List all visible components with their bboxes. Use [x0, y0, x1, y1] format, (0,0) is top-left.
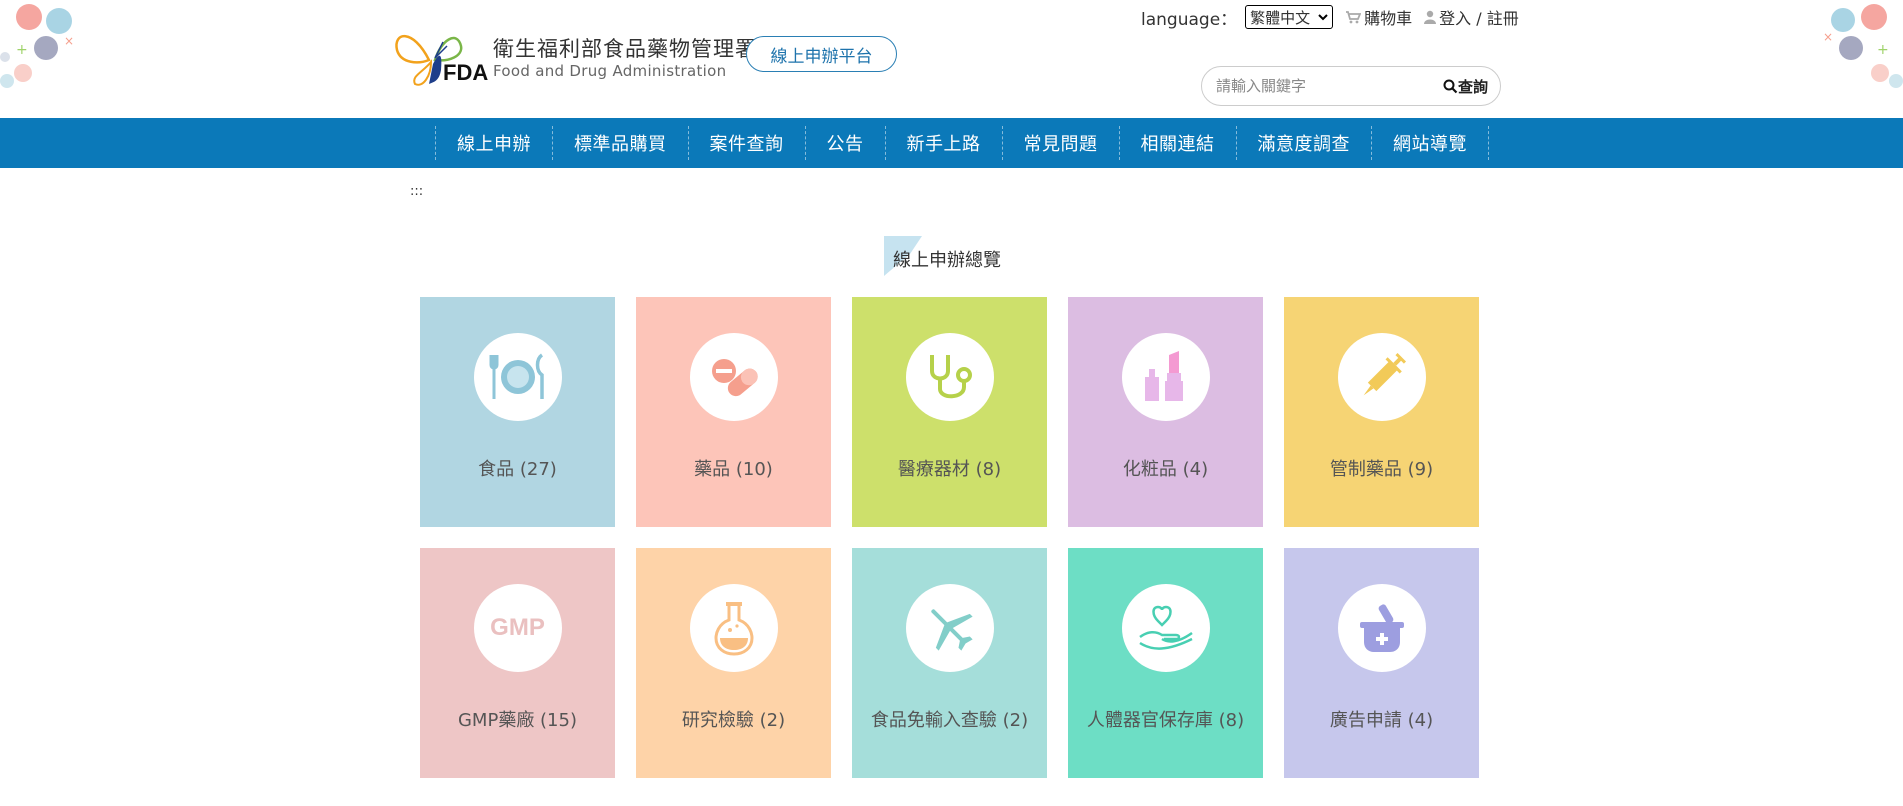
tile-research-testing[interactable]: 研究檢驗 (2)	[636, 548, 831, 778]
tile-gmp-factory[interactable]: GMP GMP藥廠 (15)	[420, 548, 615, 778]
nav-item-sitemap[interactable]: 網站導覽	[1372, 118, 1488, 168]
cart-label: 購物車	[1364, 9, 1413, 28]
online-platform-button[interactable]: 線上申辦平台	[746, 36, 897, 72]
fda-butterfly-logo-icon: FDA	[393, 26, 489, 90]
nav-item-announcements[interactable]: 公告	[806, 118, 885, 168]
tile-food[interactable]: 食品 (27)	[420, 297, 615, 527]
search-box: 查詢	[1201, 66, 1501, 106]
search-input[interactable]	[1216, 77, 1443, 95]
language-select[interactable]: 繁體中文	[1245, 5, 1334, 29]
corner-decoration-left: + ×	[0, 0, 90, 110]
tile-cosmetics[interactable]: 化粧品 (4)	[1068, 297, 1263, 527]
nav-item-case-query[interactable]: 案件查詢	[689, 118, 805, 168]
login-label: 登入 / 註冊	[1439, 9, 1519, 28]
cart-icon	[1346, 11, 1362, 24]
pill-icon	[711, 359, 758, 397]
login-register-link[interactable]: 登入 / 註冊	[1424, 5, 1519, 29]
airplane-icon	[930, 609, 973, 651]
language-label: language：	[1141, 9, 1238, 30]
tile-label: 醫療器材 (8)	[897, 459, 1002, 480]
main-navigation: 線上申辦 標準品購買 案件查詢 公告 新手上路 常見問題 相關連結 滿意度調查 …	[0, 118, 1903, 168]
tile-advertising-application[interactable]: 廣告申請 (4)	[1284, 548, 1479, 778]
tile-label: 廣告申請 (4)	[1329, 710, 1434, 731]
top-utility-bar: language： 繁體中文 購物車 登入 / 註冊	[1141, 4, 1519, 30]
chevron-down-icon	[1318, 14, 1328, 21]
tile-label: GMP藥廠 (15)	[457, 710, 577, 731]
corner-decoration-right: + ×	[1813, 0, 1903, 110]
nav-item-standard-purchase[interactable]: 標準品購買	[553, 118, 688, 168]
language-selected-value: 繁體中文	[1250, 8, 1311, 27]
tile-label: 研究檢驗 (2)	[681, 710, 786, 731]
flask-icon	[713, 602, 754, 656]
site-logo[interactable]: FDA 衛生福利部食品藥物管理署 Food and Drug Administr…	[393, 26, 757, 90]
search-button[interactable]: 查詢	[1443, 76, 1488, 97]
logo-fda-text: FDA	[443, 60, 489, 85]
tile-label: 食品 (27)	[478, 459, 557, 480]
syringe-icon	[1363, 352, 1406, 396]
search-icon	[1443, 79, 1458, 93]
nav-item-getting-started[interactable]: 新手上路	[886, 118, 1002, 168]
tile-organ-bank[interactable]: 人體器官保存庫 (8)	[1068, 548, 1263, 778]
dining-plate-icon	[489, 353, 544, 399]
tile-label: 化粧品 (4)	[1122, 459, 1209, 480]
user-icon	[1424, 10, 1437, 24]
accesskey-marker[interactable]: :::	[410, 184, 423, 199]
org-name-english: Food and Drug Administration	[493, 62, 727, 80]
nav-item-faq[interactable]: 常見問題	[1003, 118, 1119, 168]
lipstick-icon	[1144, 351, 1183, 401]
stethoscope-icon	[929, 355, 972, 399]
mortar-icon	[1359, 604, 1404, 652]
nav-item-online-application[interactable]: 線上申辦	[436, 118, 552, 168]
tile-label: 藥品 (10)	[694, 459, 773, 480]
tile-label: 管制藥品 (9)	[1329, 459, 1434, 480]
heart-hand-icon	[1138, 605, 1193, 650]
tile-label: 食品免輸入查驗 (2)	[870, 710, 1029, 731]
cart-link[interactable]: 購物車	[1345, 5, 1412, 29]
tile-controlled-drug[interactable]: 管制藥品 (9)	[1284, 297, 1479, 527]
tile-medical-device[interactable]: 醫療器材 (8)	[852, 297, 1047, 527]
tile-food-import-exemption[interactable]: 食品免輸入查驗 (2)	[852, 548, 1047, 778]
section-title: 線上申辦總覽	[893, 250, 1001, 271]
tile-drug[interactable]: 藥品 (10)	[636, 297, 831, 527]
tile-label: 人體器官保存庫 (8)	[1086, 710, 1245, 731]
search-button-label: 查詢	[1457, 77, 1488, 96]
nav-item-related-links[interactable]: 相關連結	[1120, 118, 1236, 168]
gmp-icon: GMP	[490, 614, 545, 641]
org-name-chinese: 衛生福利部食品藥物管理署	[493, 37, 757, 61]
nav-item-satisfaction-survey[interactable]: 滿意度調查	[1237, 118, 1372, 168]
